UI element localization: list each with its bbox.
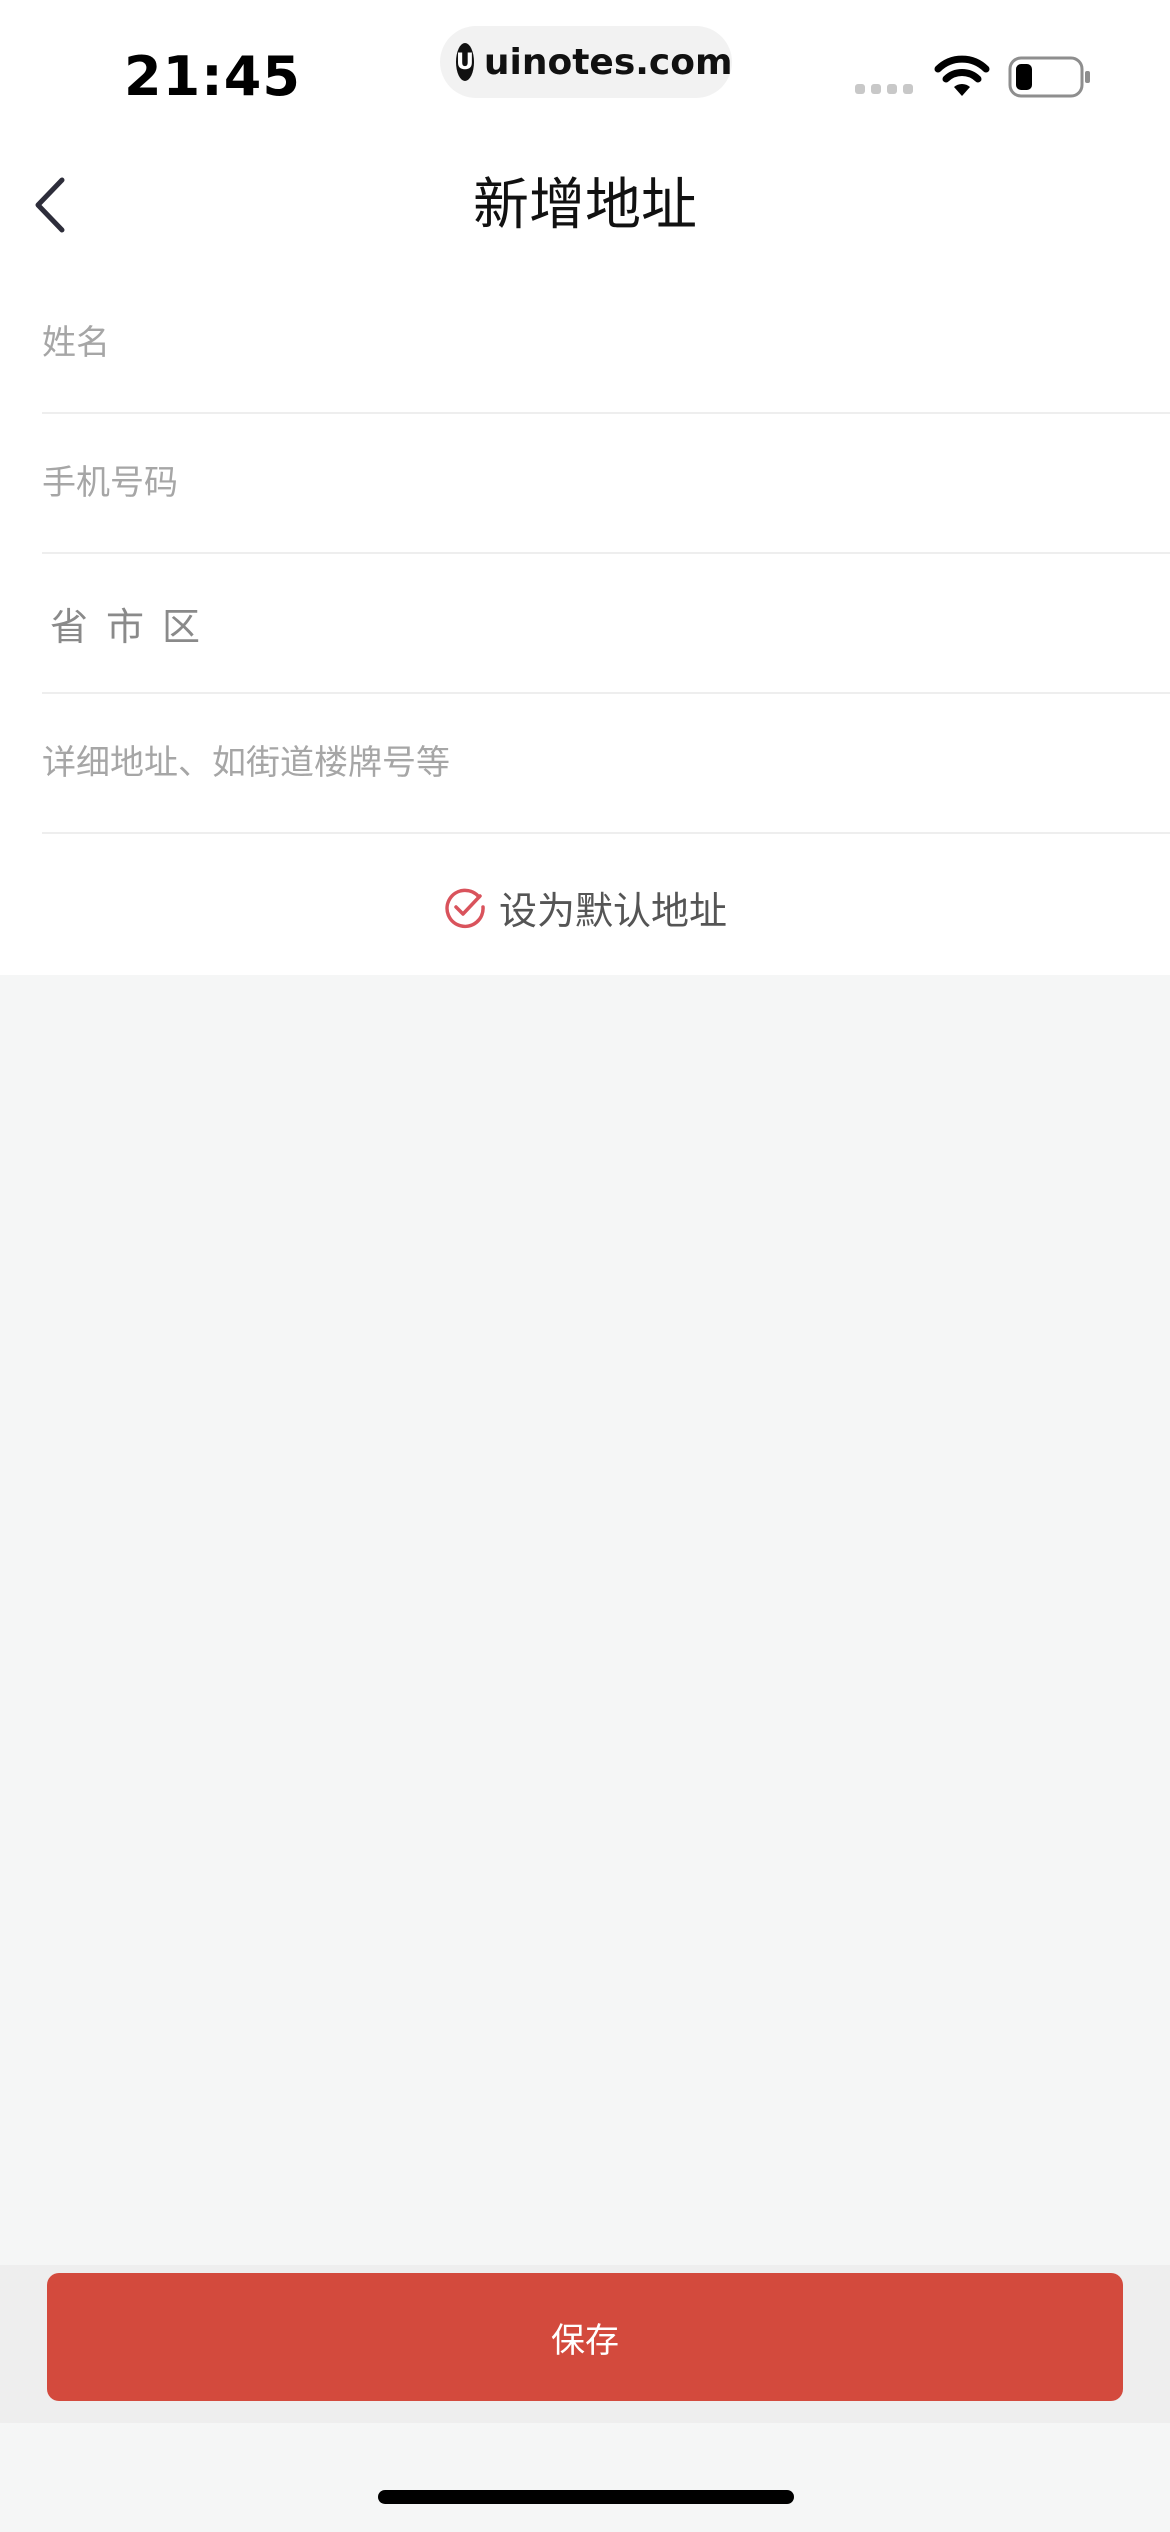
page-content: 21:45 U uinotes.com 新增地址 省市区 设: [0, 0, 1170, 975]
save-button[interactable]: 保存: [47, 2273, 1123, 2401]
phone-field[interactable]: [42, 414, 1142, 552]
url-text: uinotes.com: [483, 41, 733, 83]
phone-field-row: [42, 414, 1170, 554]
status-time: 21:45: [124, 45, 301, 108]
cellular-signal-icon: [855, 84, 913, 94]
wifi-icon: [934, 55, 990, 96]
region-picker[interactable]: 省市区: [42, 554, 1170, 694]
battery-icon: [1008, 56, 1090, 98]
default-address-toggle[interactable]: 设为默认地址: [0, 862, 1170, 952]
region-label: 省市区: [50, 604, 219, 649]
site-logo-icon: U: [456, 43, 474, 81]
address-field[interactable]: [42, 694, 1142, 832]
home-indicator[interactable]: [378, 2490, 794, 2504]
page-title: 新增地址: [473, 173, 697, 238]
default-address-label: 设为默认地址: [498, 888, 727, 933]
address-field-row: [42, 694, 1170, 834]
url-pill[interactable]: U uinotes.com: [440, 26, 733, 98]
name-field[interactable]: [42, 274, 1142, 412]
name-field-row: [42, 274, 1170, 414]
check-circle-icon: [445, 888, 485, 929]
bottom-bar: 保存: [0, 2265, 1170, 2423]
